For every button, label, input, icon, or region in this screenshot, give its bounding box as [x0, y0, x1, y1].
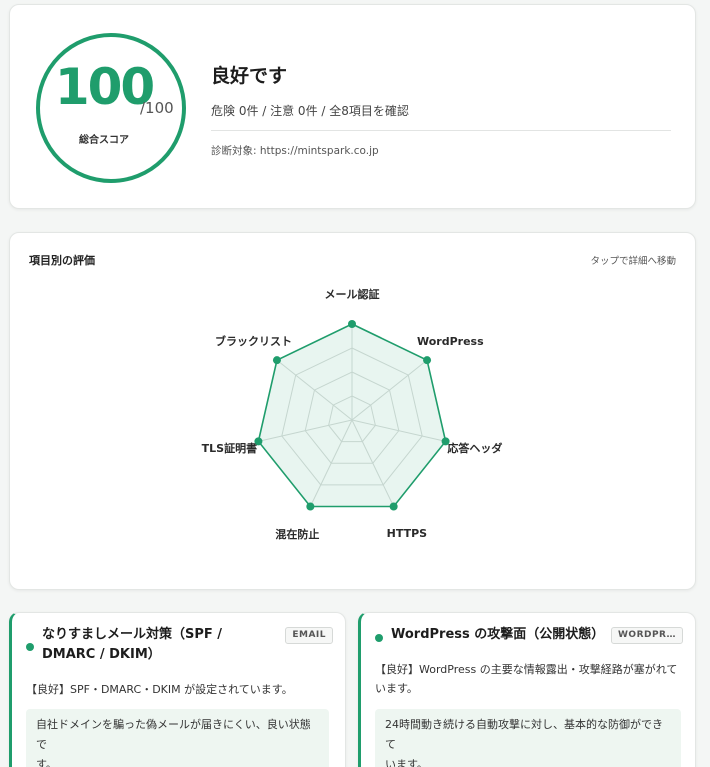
radar-series-area [257, 323, 447, 508]
check-result: 【良好】WordPress の主要な情報露出・攻撃経路が塞がれて います。 [375, 663, 678, 695]
scan-target: 診断対象: https://mintspark.co.jp [211, 145, 379, 157]
radar-point[interactable] [389, 502, 398, 511]
check-explanation: 自社ドメインを騙った偽メールが届きにくい、良い状態で す。 [26, 709, 329, 767]
score-verdict: 良好です [211, 65, 288, 87]
radar-axis-label[interactable]: TLS証明書 [202, 440, 257, 456]
category-tag: EMAIL [285, 627, 333, 644]
radar-axis-label[interactable]: 応答ヘッダ [447, 440, 502, 456]
score-summary-counts: 危険 0件 / 注意 0件 / 全8項目を確認 [211, 104, 409, 118]
score-summary-card: 100 /100 総合スコア 良好です 危険 0件 / 注意 0件 / 全8項目… [9, 4, 696, 209]
divider [211, 130, 671, 131]
check-explanation: 24時間動き続ける自動攻撃に対し、基本的な防御ができて います。 [375, 709, 681, 767]
check-result: 【良好】SPF・DMARC・DKIM が設定されています。 [26, 683, 293, 696]
check-title: WordPress の攻撃面（公開状態） [391, 627, 605, 642]
radar-point[interactable] [348, 320, 356, 328]
radar-point[interactable] [423, 356, 432, 365]
category-tag: WORDPR… [610, 627, 683, 644]
status-dot [26, 643, 34, 651]
total-score-max: /100 [140, 99, 174, 117]
total-score-caption: 総合スコア [79, 135, 129, 146]
radar-axis-label[interactable]: メール認証 [325, 286, 380, 302]
radar-axis-label[interactable]: ブラックリスト [215, 333, 292, 349]
status-dot [375, 634, 383, 642]
check-card-wordpress[interactable]: WordPress の攻撃面（公開状態） WORDPR… 【良好】WordPre… [358, 612, 696, 767]
check-title: なりすましメール対策（SPF / DMARC / DKIM） [42, 627, 223, 662]
radar-point[interactable] [272, 356, 281, 365]
radar-axis-label[interactable]: WordPress [417, 335, 484, 348]
radar-axis-label[interactable]: 混在防止 [275, 526, 319, 542]
radar-axis-label[interactable]: HTTPS [387, 527, 427, 540]
check-card-email[interactable]: なりすましメール対策（SPF / DMARC / DKIM） EMAIL 【良好】… [9, 612, 346, 767]
radar-point[interactable] [306, 502, 315, 511]
category-radar-card: 項目別の評価 タップで詳細へ移動 メール認証 WordPress 応答ヘッダ HTTP… [9, 232, 696, 590]
